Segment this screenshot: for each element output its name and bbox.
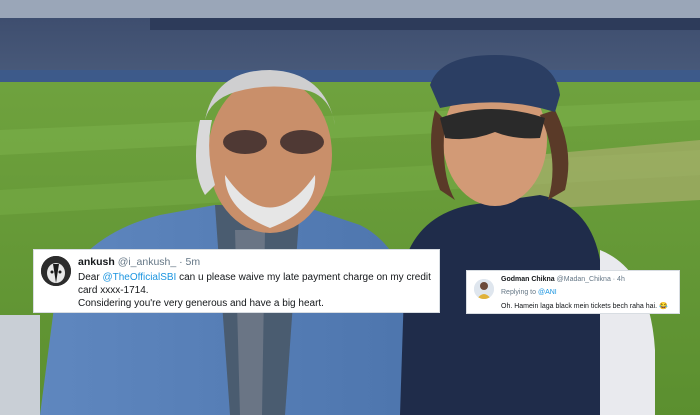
tweet-card-ankush: ankush @i_ankush_ · 5m Dear @TheOfficial… (33, 249, 440, 313)
replying-to-label: Replying to (501, 289, 538, 296)
badger-avatar-icon (41, 256, 71, 286)
tweet-text-line: Considering you're very generous and hav… (78, 298, 324, 309)
stand-roof (0, 0, 700, 18)
avatar (41, 256, 71, 286)
left-man-glasses-lens (280, 130, 324, 154)
replying-to: Replying to @ANI (501, 289, 557, 296)
user-handle[interactable]: @i_ankush_ (118, 256, 177, 268)
stand-tier (150, 18, 700, 30)
tweet-text-line: Dear @TheOfficialSBI can u please waive … (78, 272, 431, 283)
tweet-card-godman-chikna: Godman Chikna @Madan_Chikna · 4h Replyin… (466, 270, 680, 314)
tweet-header: Godman Chikna @Madan_Chikna · 4h (501, 276, 625, 283)
display-name[interactable]: ankush (78, 256, 115, 268)
stadium-photo (0, 0, 700, 415)
display-name[interactable]: Godman Chikna (501, 276, 555, 283)
tweet-time[interactable]: · 5m (179, 256, 200, 268)
left-man-glasses-lens (223, 130, 267, 154)
boundary-boards (0, 70, 700, 82)
user-handle[interactable]: @Madan_Chikna · 4h (557, 276, 625, 283)
mention-link[interactable]: @TheOfficialSBI (102, 272, 176, 283)
mention-link[interactable]: @ANI (538, 289, 557, 296)
avatar (474, 279, 494, 299)
tweet-header: ankush @i_ankush_ · 5m (78, 256, 200, 268)
person-avatar-icon (474, 279, 494, 299)
tweet-text: Oh. Hamein laga black mein tickets bech … (501, 303, 668, 310)
tweet-text-line: card xxxx-1714. (78, 285, 149, 296)
tweet-text: can u please waive my late payment charg… (176, 272, 431, 283)
tweet-text: Dear (78, 272, 103, 283)
railing (0, 315, 40, 415)
